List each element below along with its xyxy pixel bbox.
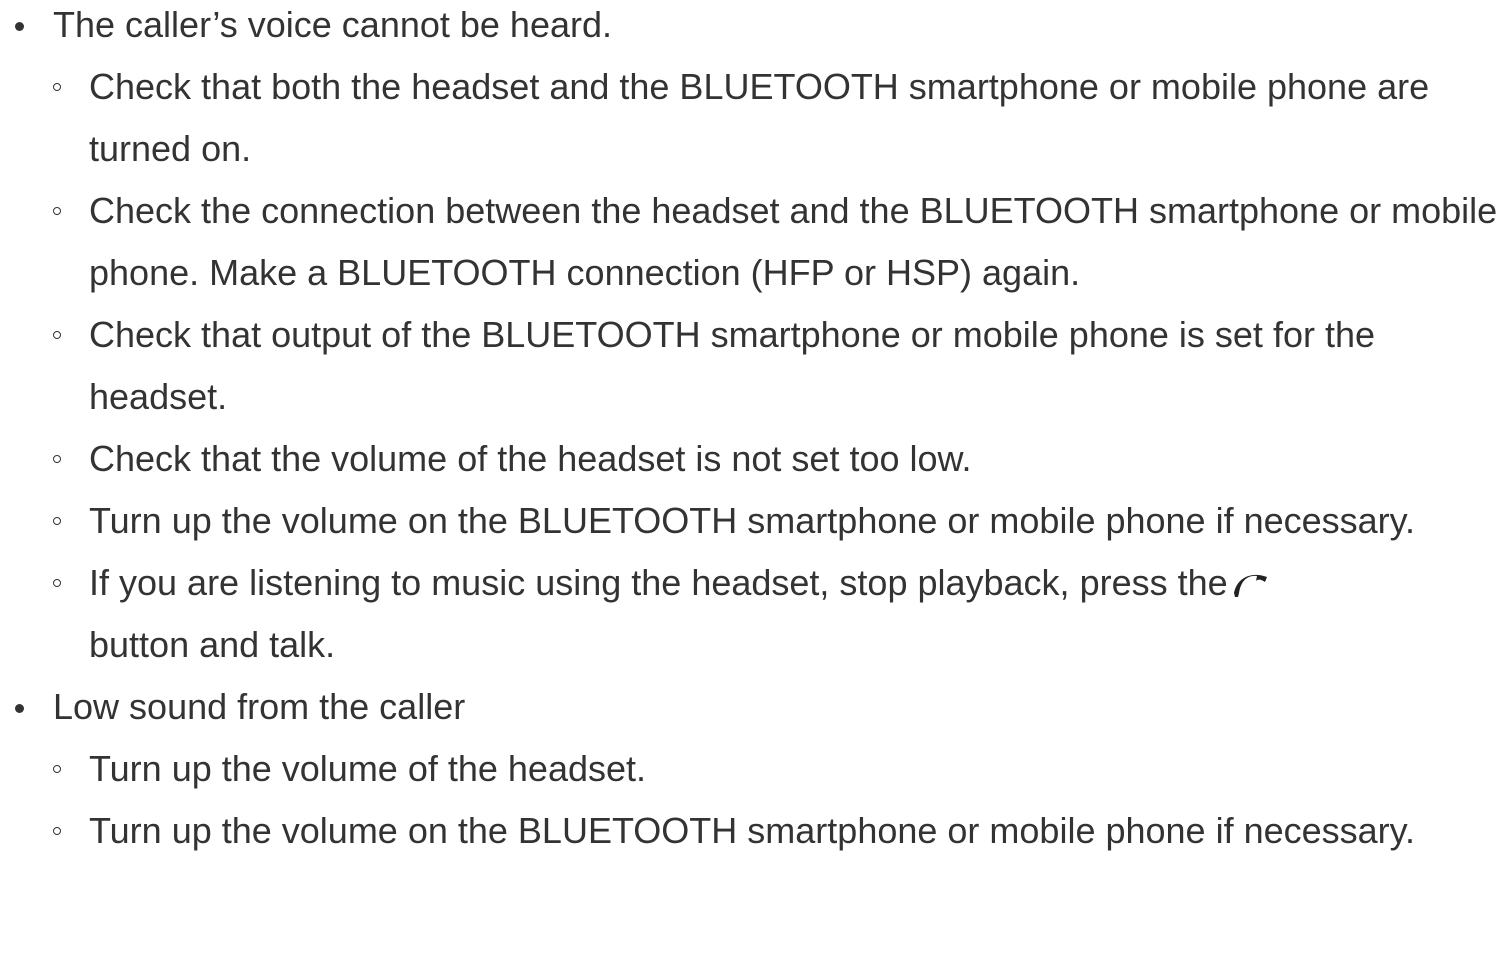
remedy-text-before-icon: If you are listening to music using the … bbox=[89, 562, 1228, 603]
bullet-circle-icon bbox=[53, 765, 61, 773]
remedy-item: Turn up the volume of the headset. bbox=[50, 738, 1498, 800]
bullet-circle-icon bbox=[53, 331, 61, 339]
troubleshooting-document: The caller’s voice cannot be heard. Chec… bbox=[0, 0, 1498, 862]
symptom-item-low-sound: Low sound from the caller Turn up the vo… bbox=[0, 676, 1498, 862]
remedy-text-after-icon: button and talk. bbox=[89, 624, 336, 665]
bullet-circle-icon bbox=[53, 827, 61, 835]
symptom-item-voice-not-heard: The caller’s voice cannot be heard. Chec… bbox=[0, 0, 1498, 676]
remedy-item-call-button: If you are listening to music using the … bbox=[50, 552, 1498, 676]
bullet-circle-icon bbox=[53, 83, 61, 91]
bullet-disc-icon bbox=[15, 22, 24, 31]
bullet-disc-icon bbox=[15, 704, 24, 713]
remedy-item: Check that both the headset and the BLUE… bbox=[50, 56, 1498, 180]
remedy-item: Check the connection between the headset… bbox=[50, 180, 1498, 304]
remedy-item: Turn up the volume on the BLUETOOTH smar… bbox=[50, 800, 1498, 862]
remedy-item: Check that output of the BLUETOOTH smart… bbox=[50, 304, 1498, 428]
remedy-item: Turn up the volume on the BLUETOOTH smar… bbox=[50, 490, 1498, 552]
symptom-list: The caller’s voice cannot be heard. Chec… bbox=[0, 0, 1498, 862]
remedy-list: Turn up the volume of the headset. Turn … bbox=[53, 738, 1498, 862]
bullet-circle-icon bbox=[53, 579, 61, 587]
symptom-title: The caller’s voice cannot be heard. bbox=[53, 4, 613, 45]
bullet-circle-icon bbox=[53, 455, 61, 463]
remedy-list: Check that both the headset and the BLUE… bbox=[53, 56, 1498, 676]
bullet-circle-icon bbox=[53, 517, 61, 525]
symptom-title: Low sound from the caller bbox=[53, 686, 466, 727]
bullet-circle-icon bbox=[53, 207, 61, 215]
remedy-item: Check that the volume of the headset is … bbox=[50, 428, 1498, 490]
call-button-icon bbox=[1232, 556, 1270, 597]
